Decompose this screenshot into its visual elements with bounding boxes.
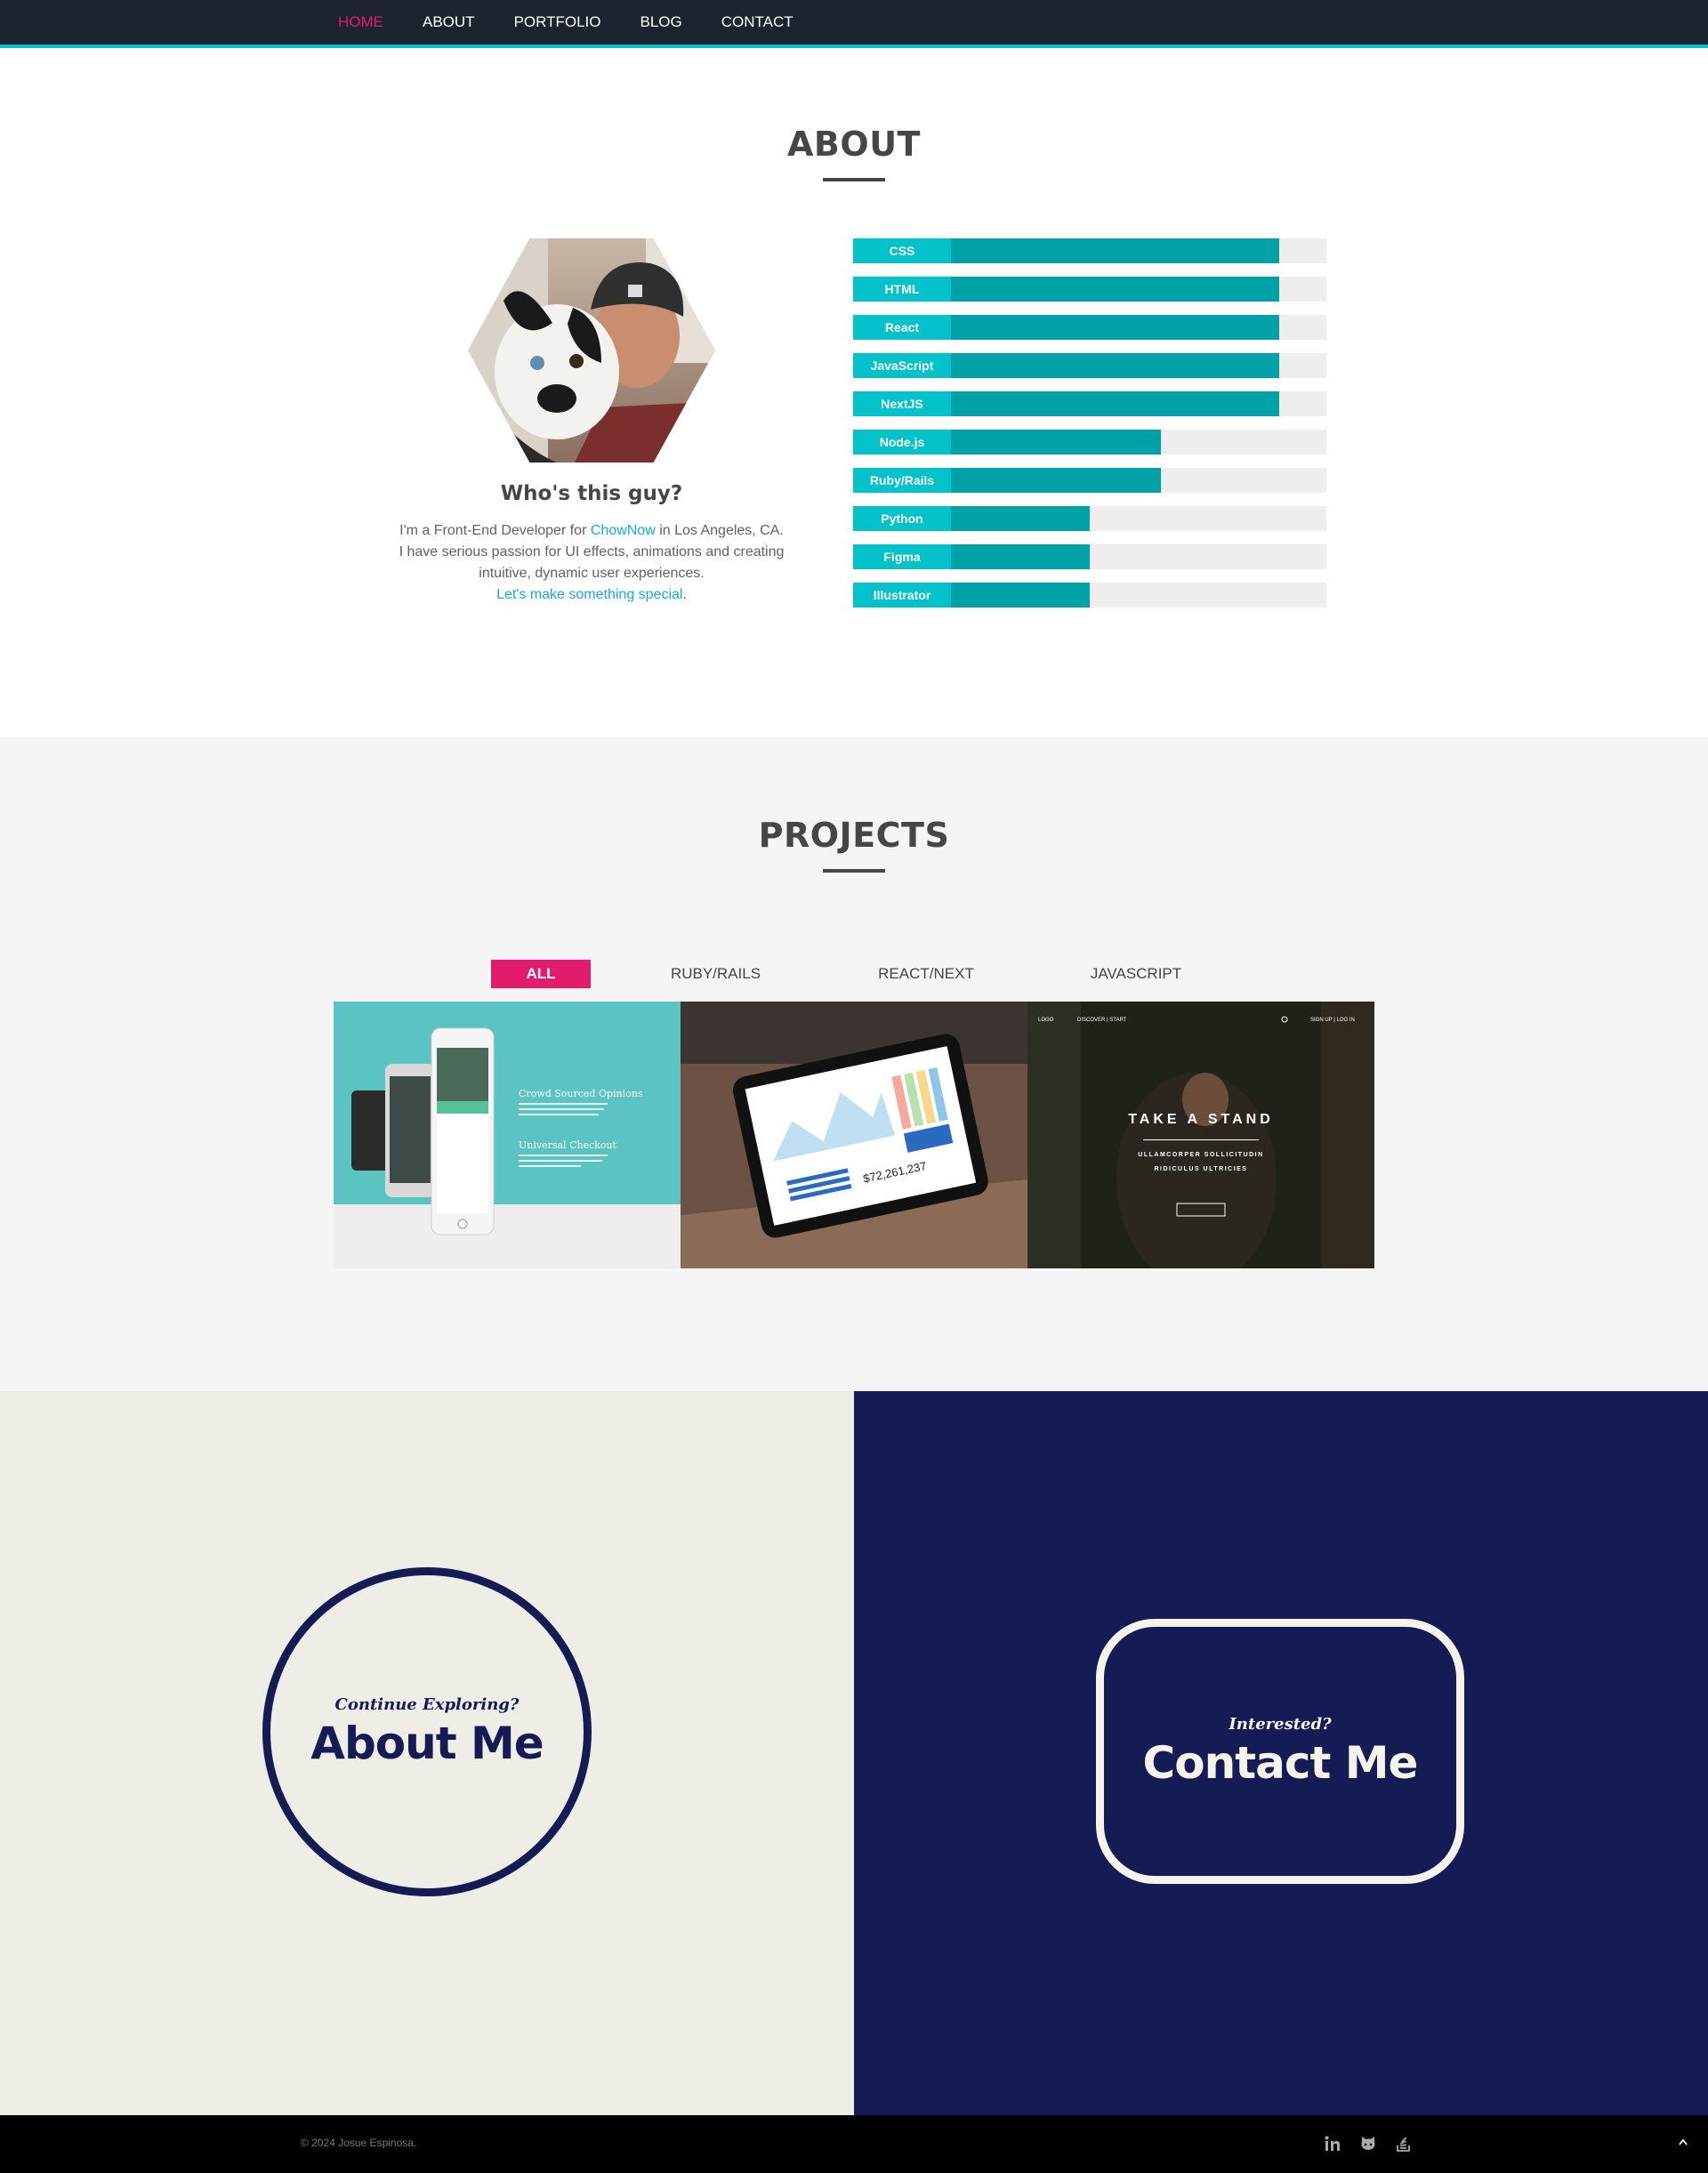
projects-section: PROJECTS ALL RUBY/RAILS REACT/NEXT JAVAS… <box>0 737 1708 1391</box>
skill-label: Ruby/Rails <box>853 468 951 493</box>
skill-bar: NextJS <box>853 391 1326 416</box>
about-section: ABOUT Who's this guy? I'm a Front-End De… <box>0 48 1708 737</box>
skill-bar: CSS <box>853 238 1326 263</box>
nav-portfolio[interactable]: PORTFOLIO <box>514 13 601 31</box>
bio-part2: in Los Angeles, CA. <box>655 523 784 538</box>
skill-label: Node.js <box>853 430 951 455</box>
skill-label: CSS <box>853 238 951 263</box>
avatar <box>468 238 715 463</box>
stackoverflow-icon[interactable] <box>1393 2133 1414 2154</box>
bio-line3: intuitive, dynamic user experiences. <box>479 566 705 581</box>
card1-heading2: Universal Checkout <box>519 1139 617 1151</box>
filter-all[interactable]: ALL <box>491 960 591 988</box>
footer: © 2024 Josue Espinosa. <box>0 2115 1708 2173</box>
skill-label: NextJS <box>853 391 951 416</box>
skills-list: CSS HTML React JavaScript NextJS Node.js Ruby/… <box>853 238 1326 621</box>
skill-label: Python <box>853 506 951 531</box>
skill-label: HTML <box>853 277 951 302</box>
copyright: © 2024 Josue Espinosa. <box>301 2137 417 2149</box>
skill-bar: Node.js <box>853 430 1326 455</box>
bio-part1: I'm a Front-End Developer for <box>399 523 591 538</box>
card3-sub1: ULLAMCORPER SOLLICITUDIN <box>1138 1152 1263 1158</box>
contact-me-label: Contact Me <box>1142 1736 1419 1789</box>
project-gallery: Crowd Sourced Opinions Universal Checkou… <box>334 1002 1374 1268</box>
company-link[interactable]: ChowNow <box>591 523 656 538</box>
filter-ruby-rails[interactable]: RUBY/RAILS <box>665 965 766 983</box>
about-title-rule <box>823 178 885 181</box>
skill-bar: Python <box>853 506 1326 531</box>
filter-javascript[interactable]: JAVASCRIPT <box>1083 965 1189 983</box>
skill-label: Figma <box>853 544 951 569</box>
card3-nav-right: SIGN UP | LOG IN <box>1310 1018 1355 1023</box>
filter-react-next[interactable]: REACT/NEXT <box>873 965 979 983</box>
nav-home[interactable]: HOME <box>338 13 383 31</box>
projects-title-rule <box>823 869 885 873</box>
about-me-button[interactable]: Continue Exploring? About Me <box>262 1567 592 1896</box>
skill-label: React <box>853 315 951 340</box>
about-title: ABOUT <box>787 125 921 164</box>
card1-heading1: Crowd Sourced Opinions <box>519 1088 643 1099</box>
about-me-label: About Me <box>310 1717 544 1769</box>
social-links <box>1322 2133 1414 2154</box>
skill-label: Illustrator <box>853 583 951 608</box>
make-something-link[interactable]: Let's make something special <box>496 587 682 602</box>
skill-bar: Ruby/Rails <box>853 468 1326 493</box>
project-card-landing[interactable]: LOGO DISCOVER | START SIGN UP | LOG IN T… <box>1027 1002 1374 1268</box>
nav-about[interactable]: ABOUT <box>423 13 475 31</box>
project-thumb-landing: LOGO DISCOVER | START SIGN UP | LOG IN T… <box>1027 1002 1374 1268</box>
top-nav: HOME ABOUT PORTFOLIO BLOG CONTACT <box>0 0 1708 48</box>
nav-contact[interactable]: CONTACT <box>721 13 794 31</box>
project-thumb-mobile: Crowd Sourced Opinions Universal Checkou… <box>334 1002 681 1268</box>
skill-bar: React <box>853 315 1326 340</box>
skill-label: JavaScript <box>853 353 951 378</box>
skill-bar: JavaScript <box>853 353 1326 378</box>
contact-me-kicker: Interested? <box>1229 1714 1332 1734</box>
skill-bar: Illustrator <box>853 583 1326 608</box>
nav-blog[interactable]: BLOG <box>640 13 682 31</box>
card3-sub2: RIDICULUS ULTRICIES <box>1155 1166 1248 1172</box>
contact-me-button[interactable]: Interested? Contact Me <box>1096 1619 1464 1884</box>
card3-headline: TAKE A STAND <box>1128 1112 1274 1127</box>
github-icon[interactable] <box>1358 2133 1379 2154</box>
card3-nav-left: LOGO <box>1038 1018 1054 1023</box>
bio-cta-end: . <box>682 587 687 602</box>
project-card-dashboard[interactable]: $72,261,237 <box>681 1002 1027 1268</box>
project-filters: ALL RUBY/RAILS REACT/NEXT JAVASCRIPT <box>491 960 1189 988</box>
chevron-up-icon[interactable] <box>1672 2131 1694 2153</box>
who-title: Who's this guy? <box>500 482 683 505</box>
bio-line2: I have serious passion for UI effects, a… <box>399 544 785 559</box>
nav-links: HOME ABOUT PORTFOLIO BLOG CONTACT <box>338 0 833 44</box>
linkedin-icon[interactable] <box>1322 2133 1343 2154</box>
about-me-kicker: Continue Exploring? <box>334 1694 520 1714</box>
project-card-mobile[interactable]: Crowd Sourced Opinions Universal Checkou… <box>334 1002 681 1268</box>
avatar-photo <box>468 238 715 463</box>
projects-title: PROJECTS <box>758 816 950 855</box>
cta-about-panel: Continue Exploring? About Me <box>0 1391 854 2115</box>
project-thumb-dashboard: $72,261,237 <box>681 1002 1027 1268</box>
bio-text: I'm a Front-End Developer for ChowNow in… <box>374 520 810 606</box>
cta-contact-panel: Interested? Contact Me <box>854 1391 1708 2115</box>
skill-bar: HTML <box>853 277 1326 302</box>
skill-bar: Figma <box>853 544 1326 569</box>
card3-nav-mid: DISCOVER | START <box>1077 1018 1127 1023</box>
